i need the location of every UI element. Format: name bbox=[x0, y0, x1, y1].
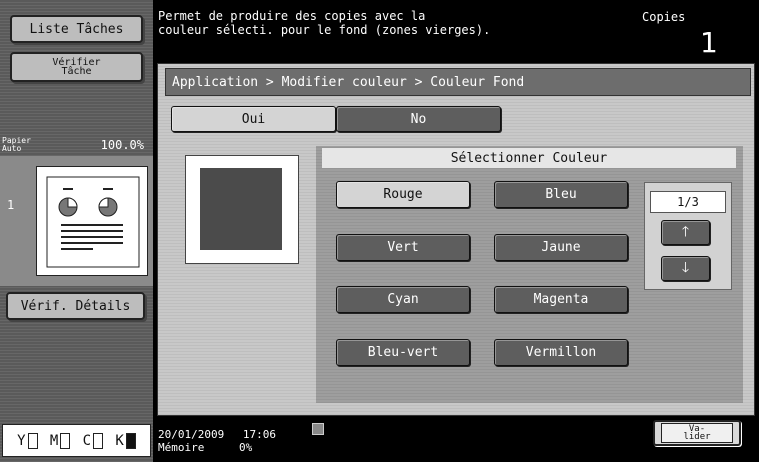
verifier-tache-button[interactable]: Vérifier Tâche bbox=[10, 52, 143, 82]
toner-y-bar bbox=[27, 432, 38, 449]
breadcrumb-text: Application > Modifier couleur > Couleur… bbox=[172, 74, 525, 90]
verif-details-label: Vérif. Détails bbox=[20, 298, 131, 314]
toner-y: Y bbox=[17, 432, 38, 449]
toner-m-label: M bbox=[49, 432, 59, 449]
arrow-up-icon: 🡑 bbox=[681, 223, 690, 240]
verifier-tache-label-2: Tâche bbox=[61, 66, 92, 77]
color-jaune-label: Jaune bbox=[541, 240, 581, 255]
color-vermillon-button[interactable]: Vermillon bbox=[494, 339, 628, 366]
toner-y-label: Y bbox=[17, 432, 26, 449]
color-select-title: Sélectionner Couleur bbox=[322, 148, 736, 168]
color-bleu-vert-button[interactable]: Bleu-vert bbox=[336, 339, 470, 366]
scroll-up-button[interactable]: 🡑 bbox=[661, 220, 710, 245]
arrow-down-icon: 🡓 bbox=[681, 259, 690, 276]
memory-row: Mémoire 0% bbox=[158, 441, 358, 454]
color-vert-button[interactable]: Vert bbox=[336, 234, 470, 261]
memoire-label: Mémoire bbox=[158, 441, 205, 454]
page-thumbnail bbox=[36, 166, 148, 276]
color-cyan-button[interactable]: Cyan bbox=[336, 286, 470, 313]
color-jaune-button[interactable]: Jaune bbox=[494, 234, 628, 261]
toner-k-label: K bbox=[115, 432, 124, 449]
toner-indicator: Y M C K bbox=[2, 424, 151, 457]
network-status-icon bbox=[312, 423, 324, 435]
scroll-down-button[interactable]: 🡓 bbox=[661, 256, 710, 281]
valider-inner: Va- lider bbox=[661, 423, 733, 443]
page-number: 1 bbox=[7, 198, 15, 212]
color-rouge-button[interactable]: Rouge bbox=[336, 181, 470, 208]
breadcrumb: Application > Modifier couleur > Couleur… bbox=[165, 68, 751, 96]
page-number-icon: 1 bbox=[7, 198, 21, 212]
color-bleu-vert-label: Bleu-vert bbox=[367, 345, 439, 360]
toner-k-bar bbox=[125, 432, 136, 449]
toner-m: M bbox=[49, 432, 71, 449]
message-line-2: couleur sélecti. pour le fond (zones vie… bbox=[158, 23, 491, 37]
oui-button[interactable]: Oui bbox=[171, 106, 336, 132]
valider-button[interactable]: Va- lider bbox=[653, 420, 741, 446]
page-indicator-text: 1/3 bbox=[677, 195, 699, 209]
zoom-value: 100.0% bbox=[100, 138, 144, 152]
color-vert-label: Vert bbox=[387, 240, 419, 255]
toner-c-label: C bbox=[82, 432, 92, 449]
no-label: No bbox=[410, 111, 427, 127]
date-text: 20/01/2009 bbox=[158, 428, 225, 441]
toner-c: C bbox=[82, 432, 104, 449]
message-area: Permet de produire des copies avec la co… bbox=[158, 9, 628, 49]
datetime-row: 20/01/2009 17:06 bbox=[158, 428, 358, 441]
toner-m-bar bbox=[60, 432, 71, 449]
no-button[interactable]: No bbox=[336, 106, 501, 132]
toner-c-bar bbox=[93, 432, 104, 449]
document-thumbnail-icon bbox=[46, 176, 140, 268]
color-preview-swatch bbox=[200, 168, 282, 250]
valider-label-2: lider bbox=[683, 432, 711, 442]
color-rouge-label: Rouge bbox=[383, 187, 423, 202]
color-magenta-button[interactable]: Magenta bbox=[494, 286, 628, 313]
mode-label: Copies bbox=[642, 10, 686, 24]
color-vermillon-label: Vermillon bbox=[525, 345, 597, 360]
color-cyan-label: Cyan bbox=[387, 292, 419, 307]
message-line-1: Permet de produire des copies avec la bbox=[158, 9, 426, 23]
footer-status: 20/01/2009 17:06 Mémoire 0% bbox=[158, 428, 358, 460]
color-magenta-label: Magenta bbox=[533, 292, 589, 307]
color-bleu-button[interactable]: Bleu bbox=[494, 181, 628, 208]
verif-details-button[interactable]: Vérif. Détails bbox=[6, 292, 145, 320]
liste-taches-label: Liste Tâches bbox=[29, 21, 124, 37]
liste-taches-button[interactable]: Liste Tâches bbox=[10, 15, 143, 43]
auto-label: Auto bbox=[2, 144, 22, 153]
oui-label: Oui bbox=[241, 111, 266, 127]
page-indicator: 1/3 bbox=[650, 191, 726, 213]
time-text: 17:06 bbox=[242, 428, 276, 441]
paper-info: Papier Auto 100.0% bbox=[2, 136, 150, 156]
memoire-value: 0% bbox=[238, 441, 253, 454]
color-select-title-text: Sélectionner Couleur bbox=[450, 150, 608, 166]
copy-count: 1 bbox=[700, 26, 718, 59]
toner-k: K bbox=[115, 432, 136, 449]
color-bleu-label: Bleu bbox=[545, 187, 577, 202]
